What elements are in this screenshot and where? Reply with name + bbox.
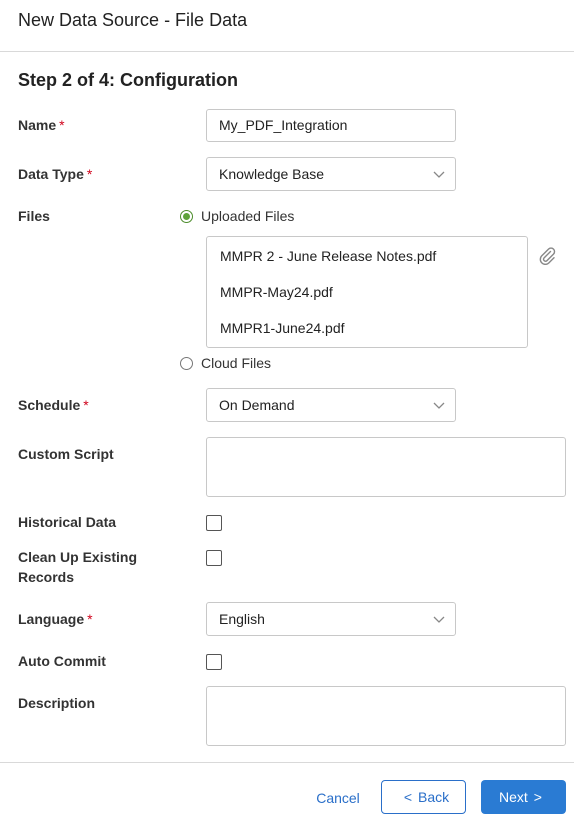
back-button[interactable]: < Back bbox=[381, 780, 466, 814]
language-label-text: Language bbox=[18, 611, 85, 627]
chevron-down-icon bbox=[433, 402, 445, 409]
custom-script-label: Custom Script bbox=[18, 446, 114, 462]
chevron-down-icon bbox=[433, 171, 445, 178]
clean-up-label: Clean Up Existing Records bbox=[18, 547, 137, 587]
required-marker: * bbox=[83, 397, 89, 413]
description-label: Description bbox=[18, 695, 96, 711]
cloud-files-label: Cloud Files bbox=[201, 355, 272, 371]
cancel-button[interactable]: Cancel bbox=[304, 788, 372, 808]
language-value: English bbox=[219, 611, 265, 627]
name-label: Name * bbox=[18, 115, 65, 135]
language-label: Language * bbox=[18, 609, 93, 629]
list-item[interactable]: MMPR-May24.pdf bbox=[220, 282, 333, 302]
dialog-header: New Data Source - File Data bbox=[0, 0, 574, 52]
back-button-label: Back bbox=[418, 789, 450, 805]
chevron-right-icon: > bbox=[533, 789, 542, 805]
schedule-select[interactable]: On Demand bbox=[206, 388, 456, 422]
chevron-down-icon bbox=[433, 616, 445, 623]
files-label: Files bbox=[18, 208, 50, 224]
uploaded-files-list: MMPR 2 - June Release Notes.pdf MMPR-May… bbox=[206, 236, 528, 348]
data-type-label-text: Data Type bbox=[18, 166, 84, 182]
data-type-select[interactable]: Knowledge Base bbox=[206, 157, 456, 191]
step-title: Step 2 of 4: Configuration bbox=[18, 70, 238, 90]
paperclip-icon[interactable] bbox=[537, 245, 557, 265]
uploaded-files-label: Uploaded Files bbox=[201, 208, 295, 224]
next-button-label: Next bbox=[499, 789, 528, 805]
required-marker: * bbox=[59, 117, 65, 133]
cloud-files-option[interactable]: Cloud Files bbox=[180, 353, 271, 373]
dialog-title: New Data Source - File Data bbox=[18, 10, 248, 30]
uploaded-files-radio[interactable] bbox=[180, 209, 193, 223]
clean-up-label-line2: Records bbox=[18, 569, 75, 585]
name-input[interactable]: My_PDF_Integration bbox=[206, 109, 456, 142]
name-label-text: Name bbox=[18, 117, 57, 133]
auto-commit-label: Auto Commit bbox=[18, 653, 106, 669]
chevron-left-icon: < bbox=[403, 789, 413, 805]
historical-data-label: Historical Data bbox=[18, 514, 117, 530]
schedule-label-text: Schedule bbox=[18, 397, 81, 413]
description-textarea[interactable] bbox=[206, 686, 566, 746]
required-marker: * bbox=[87, 611, 93, 627]
schedule-label: Schedule * bbox=[18, 395, 89, 415]
clean-up-checkbox[interactable] bbox=[206, 550, 222, 566]
custom-script-textarea[interactable] bbox=[206, 437, 566, 497]
clean-up-label-line1: Clean Up Existing bbox=[18, 549, 138, 565]
required-marker: * bbox=[86, 166, 93, 182]
auto-commit-checkbox[interactable] bbox=[206, 654, 222, 670]
list-item[interactable]: MMPR 2 - June Release Notes.pdf bbox=[220, 246, 436, 266]
next-button[interactable]: Next > bbox=[481, 780, 566, 814]
language-select[interactable]: English bbox=[206, 602, 456, 636]
uploaded-files-option[interactable]: Uploaded Files bbox=[180, 206, 294, 226]
list-item[interactable]: MMPR1-June24.pdf bbox=[220, 318, 345, 338]
data-type-value: Knowledge Base bbox=[219, 166, 325, 182]
data-type-label: Data Type * bbox=[18, 164, 92, 184]
historical-data-checkbox[interactable] bbox=[206, 515, 222, 531]
schedule-value: On Demand bbox=[219, 397, 295, 413]
dialog-footer: Cancel < Back Next > bbox=[0, 762, 574, 826]
cloud-files-radio[interactable] bbox=[180, 356, 193, 370]
